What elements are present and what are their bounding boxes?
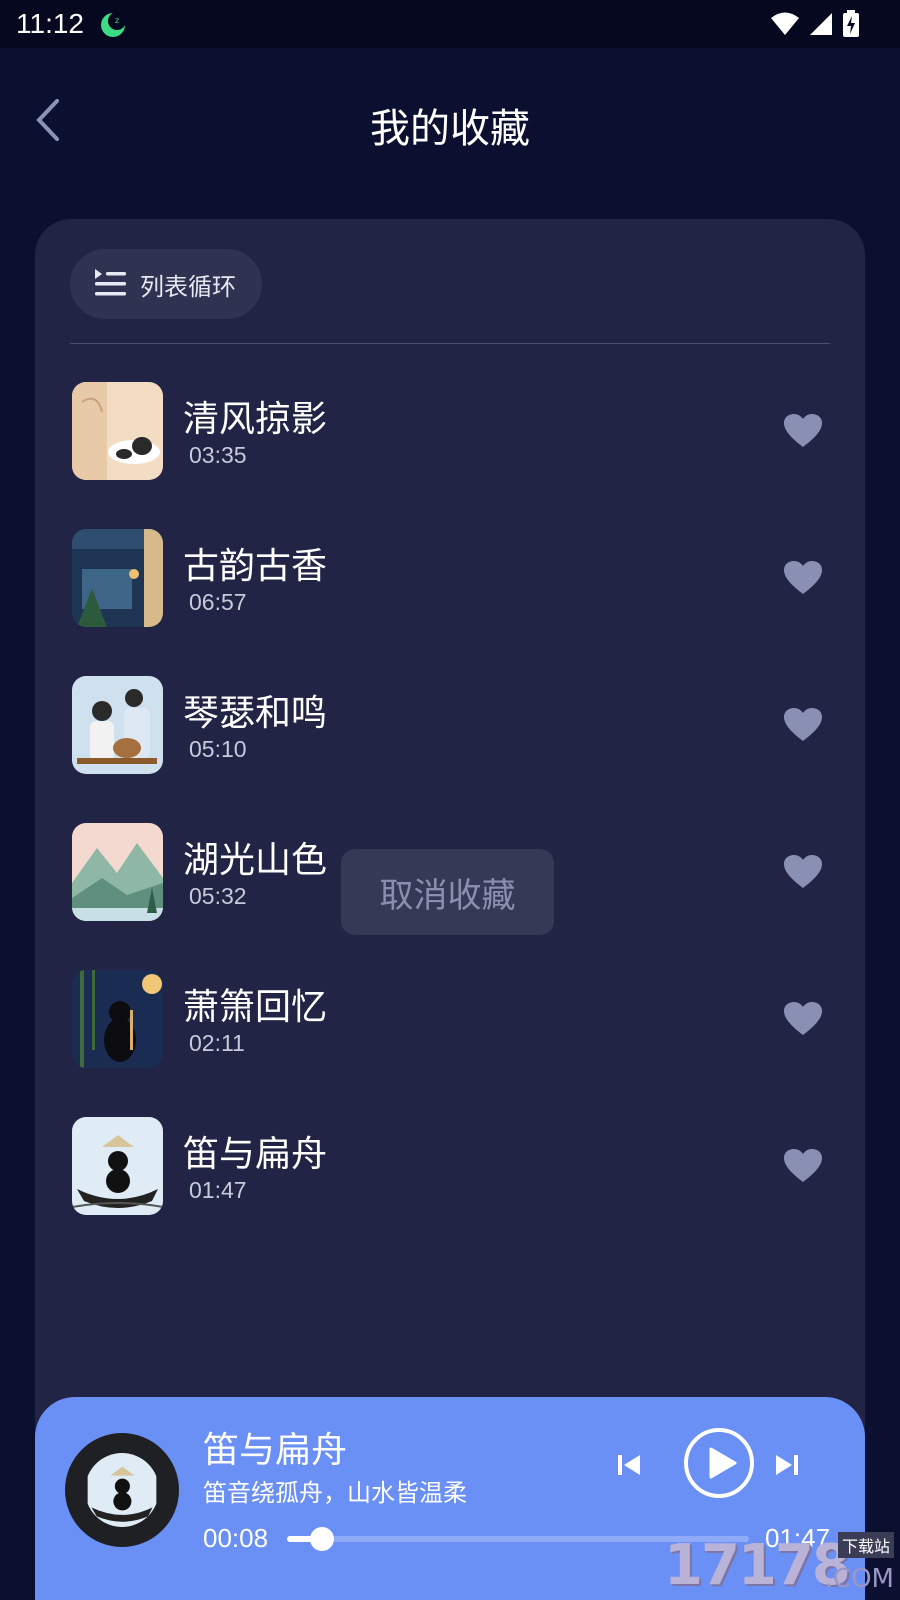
album-cover <box>72 823 163 921</box>
song-row[interactable]: 古韵古香 06:57 <box>35 529 865 676</box>
song-duration: 06:57 <box>189 589 247 615</box>
player-cover <box>85 1453 159 1527</box>
signal-icon <box>808 11 834 41</box>
play-icon <box>683 1428 755 1503</box>
song-title: 琴瑟和鸣 <box>183 693 328 734</box>
album-cover <box>72 970 163 1068</box>
unfavorite-toast: 取消收藏 <box>341 849 554 935</box>
song-row[interactable]: 清风掠影 03:35 <box>35 382 865 529</box>
next-button[interactable] <box>771 1449 803 1481</box>
status-time: 11:12 <box>16 8 84 39</box>
album-cover <box>72 676 163 774</box>
player-song-subtitle: 笛音绕孤舟，山水皆温柔 <box>203 1479 467 1507</box>
watermark-number: 17178 <box>664 1533 851 1598</box>
moon-sleep-icon: z <box>100 12 126 38</box>
next-icon <box>771 1455 803 1485</box>
song-title: 湖光山色 <box>183 840 328 881</box>
current-time: 00:08 <box>203 1523 269 1553</box>
wifi-icon <box>770 11 800 41</box>
song-row[interactable]: 萧箫回忆 02:11 <box>35 970 865 1117</box>
heart-icon[interactable] <box>783 854 823 890</box>
svg-text:z: z <box>115 16 119 25</box>
battery-charging-icon <box>842 10 860 42</box>
song-duration: 02:11 <box>189 1030 245 1056</box>
heart-icon[interactable] <box>783 413 823 449</box>
status-bar: 11:12 z <box>0 0 900 48</box>
play-mode-button[interactable]: 列表循环 <box>70 249 262 319</box>
watermark-logo: 17178 下载站 .COM <box>664 1532 894 1598</box>
watermark-domain: .COM <box>824 1564 894 1594</box>
song-title: 萧箫回忆 <box>183 987 328 1028</box>
song-duration: 03:35 <box>189 442 247 468</box>
previous-icon <box>613 1455 645 1485</box>
progress-thumb[interactable] <box>309 1527 334 1551</box>
previous-button[interactable] <box>613 1449 645 1481</box>
player-song-title: 笛与扁舟 <box>203 1430 348 1471</box>
watermark-tag: 下载站 <box>837 1532 894 1558</box>
page-title: 我的收藏 <box>370 106 530 152</box>
song-title: 古韵古香 <box>183 546 328 587</box>
list-loop-icon <box>92 264 128 304</box>
album-cover <box>72 529 163 627</box>
play-button[interactable] <box>683 1427 755 1499</box>
play-mode-label: 列表循环 <box>140 272 236 301</box>
vinyl-disc <box>65 1433 179 1547</box>
song-duration: 05:32 <box>189 883 247 909</box>
song-row[interactable]: 琴瑟和鸣 05:10 <box>35 676 865 823</box>
song-row[interactable]: 笛与扁舟 01:47 <box>35 1117 865 1264</box>
heart-icon[interactable] <box>783 560 823 596</box>
song-list: 清风掠影 03:35 古韵古香 06:57 琴瑟和鸣 05:10 湖光山色 05… <box>35 382 865 1264</box>
song-title: 笛与扁舟 <box>183 1134 328 1175</box>
song-title: 清风掠影 <box>183 399 328 440</box>
heart-icon[interactable] <box>783 1148 823 1184</box>
favorites-card: 列表循环 清风掠影 03:35 古韵古香 06:57 琴瑟和鸣 05:10 湖光… <box>35 219 865 1599</box>
status-icons <box>770 10 860 42</box>
heart-icon[interactable] <box>783 707 823 743</box>
album-cover <box>72 382 163 480</box>
divider <box>70 343 830 344</box>
song-duration: 05:10 <box>189 736 247 762</box>
song-duration: 01:47 <box>189 1177 247 1203</box>
album-cover <box>72 1117 163 1215</box>
heart-icon[interactable] <box>783 1001 823 1037</box>
